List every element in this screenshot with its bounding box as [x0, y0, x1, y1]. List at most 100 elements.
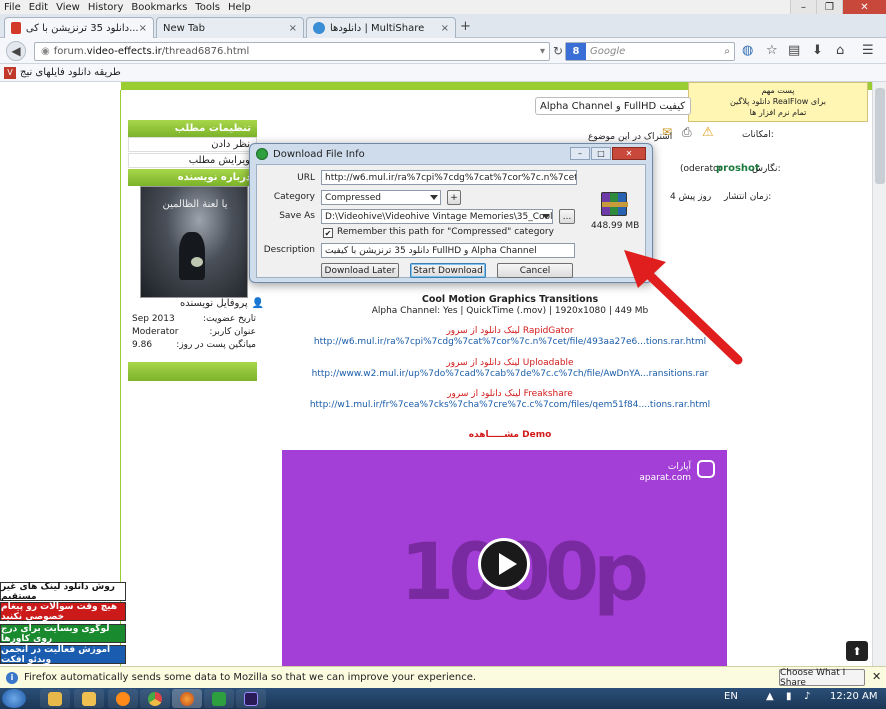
- home-icon[interactable]: ⌂: [836, 43, 844, 58]
- dropdown-arrow-icon[interactable]: ▾: [540, 46, 545, 57]
- promo-forum-tutorial[interactable]: آموزش فعالیت در انجمن ویدئو افکت: [0, 645, 126, 665]
- volume-icon[interactable]: ♪: [804, 691, 810, 702]
- globe-icon[interactable]: ◍: [742, 43, 753, 58]
- freakshare-link[interactable]: http://w1.mul.ir/fr%7cea%7cks%7cha%7cre%…: [300, 400, 720, 410]
- clock[interactable]: 12:20 AM: [830, 691, 877, 702]
- user-title-label: عنوان کاربر:: [209, 327, 256, 337]
- share-button[interactable]: ⬆: [846, 641, 868, 661]
- sidebar-footer-bar: [128, 362, 257, 381]
- menu-history[interactable]: History: [88, 2, 124, 13]
- menu-edit[interactable]: Edit: [29, 2, 48, 13]
- taskbar-after-effects[interactable]: [236, 689, 266, 708]
- author-profile-link[interactable]: پروفایل نویسنده 👤: [180, 298, 264, 309]
- choose-what-i-share-button[interactable]: Choose What I Share: [779, 668, 865, 688]
- dialog-close-button[interactable]: ✕: [612, 147, 646, 160]
- close-window-button[interactable]: ✕: [842, 0, 886, 14]
- tray-arrow-icon[interactable]: ▲: [766, 691, 774, 702]
- taskbar-idm[interactable]: [204, 689, 234, 708]
- promo-website-logo[interactable]: لوگوی وبسایت برای درج روی کاورها: [0, 624, 126, 644]
- folder-icon: [82, 691, 96, 706]
- edit-post-link[interactable]: ویرایش مطلب: [128, 153, 257, 168]
- download-icon[interactable]: ⬇: [812, 43, 823, 58]
- join-date-row: Sep 2013 تاریخ عضویت:: [132, 314, 256, 324]
- network-icon[interactable]: ▮: [786, 691, 792, 702]
- maximize-button[interactable]: ❐: [816, 0, 842, 14]
- menu-bookmarks[interactable]: Bookmarks: [131, 2, 187, 13]
- description-field[interactable]: دانلود 35 ترنزیشن با کیفیت FullHD و Alph…: [321, 243, 575, 258]
- promo-indirect-links[interactable]: روش دانلود لینک های غیر مستقیم: [0, 582, 126, 602]
- media-player-icon: [116, 691, 130, 706]
- start-button[interactable]: [2, 689, 26, 708]
- close-icon[interactable]: ✕: [872, 670, 881, 683]
- add-category-button[interactable]: +: [447, 190, 461, 205]
- url-field[interactable]: http://w6.mul.ir/ra%7cpi%7cdg%7cat%7cor%…: [321, 170, 577, 185]
- url-domain: video-effects.ir: [86, 46, 162, 57]
- tab-label: New Tab: [163, 22, 205, 34]
- close-tab-icon[interactable]: ×: [289, 23, 297, 34]
- video-player[interactable]: 1000p آپارات aparat.com: [282, 450, 727, 666]
- browse-button[interactable]: ...: [559, 209, 575, 224]
- reload-icon[interactable]: ↻: [553, 44, 563, 58]
- forum-favicon-icon: [11, 22, 21, 34]
- bookmark-item[interactable]: طریقه دانلود فایلهای نیج: [20, 67, 121, 78]
- page-scrollbar[interactable]: [872, 82, 886, 666]
- red-arrow-annotation: [624, 250, 743, 365]
- scrollbar-thumb[interactable]: [875, 88, 885, 184]
- taskbar-folder[interactable]: [74, 689, 104, 708]
- comment-link[interactable]: نظر دادن: [128, 137, 257, 152]
- menu-help[interactable]: Help: [228, 2, 251, 13]
- category-select[interactable]: Compressed: [321, 190, 441, 205]
- promo-no-private-messages[interactable]: هیچ وقت سوالات رو پیغام خصوصی نکنید: [0, 602, 126, 622]
- taskbar-firefox[interactable]: [172, 689, 202, 708]
- tab-forum[interactable]: دانلود 35 ترنزیشن با کی... ×: [4, 17, 154, 38]
- back-button[interactable]: ◀: [6, 41, 26, 61]
- avg-posts-value: 9.86: [132, 340, 153, 350]
- tab-new[interactable]: New Tab ×: [156, 17, 304, 38]
- clipboard-icon[interactable]: ▤: [788, 43, 800, 58]
- profile-label: پروفایل نویسنده: [180, 298, 248, 309]
- category-value: Compressed: [325, 192, 381, 203]
- menu-icon[interactable]: ☰: [862, 43, 874, 58]
- download-later-button[interactable]: Download Later: [321, 263, 399, 278]
- url-prefix: forum.: [53, 46, 87, 57]
- subscribe-link[interactable]: اشتراک در این موضوع: [588, 132, 672, 142]
- aparat-logo-icon: [697, 460, 715, 478]
- start-download-button[interactable]: Start Download: [410, 263, 486, 278]
- url-bar[interactable]: ◉ forum. video-effects.ir/thread6876.html…: [34, 42, 550, 61]
- print-icon[interactable]: ⎙: [682, 125, 692, 140]
- dialog-minimize-button[interactable]: –: [570, 147, 590, 160]
- taskbar-media[interactable]: [108, 689, 138, 708]
- chrome-icon: [148, 691, 162, 706]
- after-effects-icon: [244, 691, 258, 706]
- play-button[interactable]: [478, 538, 530, 590]
- taskbar-explorer[interactable]: [40, 689, 70, 708]
- cancel-button[interactable]: Cancel: [497, 263, 573, 278]
- dialog-maximize-button[interactable]: □: [591, 147, 611, 160]
- category-label: Category: [273, 192, 315, 202]
- menu-file[interactable]: File: [4, 2, 21, 13]
- search-icon[interactable]: ⌕: [724, 46, 730, 57]
- star-icon[interactable]: ☆: [766, 43, 778, 58]
- note-line: تمام نرم افزار ها: [749, 108, 807, 117]
- search-box[interactable]: 8 Google ⌕: [565, 42, 735, 61]
- important-post-note[interactable]: پست مهم دانلود پلاگین RealFlow برای تمام…: [688, 82, 868, 122]
- lock-icon: ◉: [41, 46, 50, 57]
- uploadable-link[interactable]: http://www.w2.mul.ir/up%7do%7cad%7cab%7d…: [300, 369, 720, 379]
- taskbar-chrome[interactable]: [140, 689, 170, 708]
- notification-text: Firefox automatically sends some data to…: [24, 672, 477, 683]
- google-icon[interactable]: 8: [566, 43, 586, 60]
- save-as-field[interactable]: D:\Videohive\Videohive Vintage Memories\…: [321, 209, 553, 224]
- avg-posts-label: میانگین پست در روز:: [176, 340, 256, 350]
- globe-icon: [313, 22, 325, 34]
- minimize-button[interactable]: –: [790, 0, 816, 14]
- close-tab-icon[interactable]: ×: [139, 23, 147, 34]
- menu-tools[interactable]: Tools: [195, 2, 220, 13]
- warning-icon[interactable]: ⚠: [702, 125, 714, 140]
- dialog-titlebar[interactable]: Download File Info – □ ✕: [250, 144, 652, 164]
- menu-view[interactable]: View: [56, 2, 80, 13]
- new-tab-button[interactable]: +: [460, 19, 471, 34]
- close-tab-icon[interactable]: ×: [441, 23, 449, 34]
- language-indicator[interactable]: EN: [724, 691, 738, 702]
- tab-multishare[interactable]: دانلودها | MultiShare ×: [306, 17, 456, 38]
- remember-path-checkbox[interactable]: ✔: [323, 228, 333, 238]
